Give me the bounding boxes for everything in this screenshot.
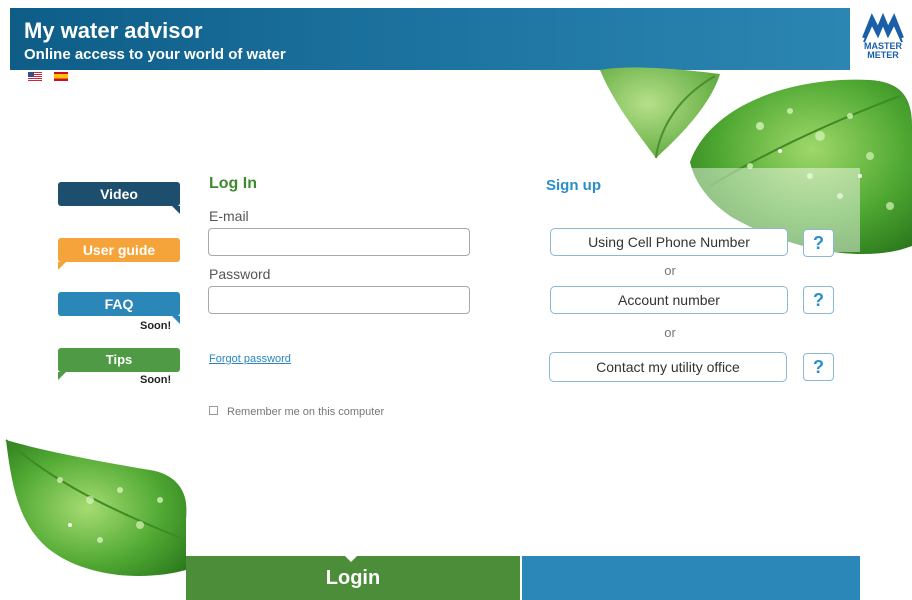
login-notch-indicator [345, 556, 357, 562]
logo-text-line2: METER [867, 50, 899, 60]
or-separator: or [664, 325, 676, 340]
tab-tail [58, 372, 66, 380]
video-tab-label: Video [100, 186, 138, 202]
password-field[interactable] [208, 286, 470, 314]
login-heading: Log In [209, 175, 257, 192]
user-guide-tab[interactable]: User guide [58, 238, 180, 270]
login-button[interactable]: Login [186, 556, 520, 600]
tab-tail [172, 206, 180, 214]
faq-tab-label: FAQ [104, 296, 134, 312]
leaf-overlay-panel-left [186, 486, 226, 558]
remember-me-label: Remember me on this computer [227, 406, 385, 418]
cell-phone-help-button[interactable]: ? [803, 229, 834, 257]
remember-me-row: Remember me on this computer [209, 406, 384, 418]
email-field[interactable] [208, 228, 470, 256]
signup-heading: Sign up [546, 177, 601, 194]
faq-tab[interactable]: FAQ [58, 292, 180, 324]
signup-account-number-button[interactable]: Account number [550, 286, 788, 314]
email-label: E-mail [209, 208, 249, 224]
forgot-password-link[interactable]: Forgot password [209, 353, 291, 365]
signup-cell-phone-button[interactable]: Using Cell Phone Number [550, 228, 788, 256]
logo-mark-icon [862, 12, 904, 43]
tips-tab-label: Tips [105, 352, 133, 367]
password-label: Password [209, 266, 271, 282]
video-tab[interactable]: Video [58, 182, 180, 214]
remember-me-checkbox[interactable] [209, 406, 218, 416]
faq-soon-note: Soon! [140, 320, 172, 332]
tab-tail [172, 316, 180, 324]
header-banner: My water advisor Online access to your w… [10, 8, 850, 70]
or-separator: or [664, 263, 676, 278]
user-guide-tab-label: User guide [82, 242, 156, 258]
tab-tail [58, 262, 66, 270]
spain-flag-icon[interactable] [54, 72, 68, 81]
app-title: My water advisor [24, 18, 203, 43]
app-subtitle: Online access to your world of water [24, 46, 286, 63]
logo-wordmark: MASTER METER [860, 42, 906, 60]
tips-soon-note: Soon! [140, 374, 172, 386]
signup-footer-bar [522, 556, 860, 600]
utility-office-help-button[interactable]: ? [803, 353, 834, 381]
signup-utility-office-button[interactable]: Contact my utility office [549, 352, 787, 382]
account-number-help-button[interactable]: ? [803, 286, 834, 314]
master-meter-logo: MASTER METER [860, 10, 906, 62]
us-flag-icon[interactable] [28, 72, 42, 81]
tips-tab[interactable]: Tips [58, 348, 180, 380]
